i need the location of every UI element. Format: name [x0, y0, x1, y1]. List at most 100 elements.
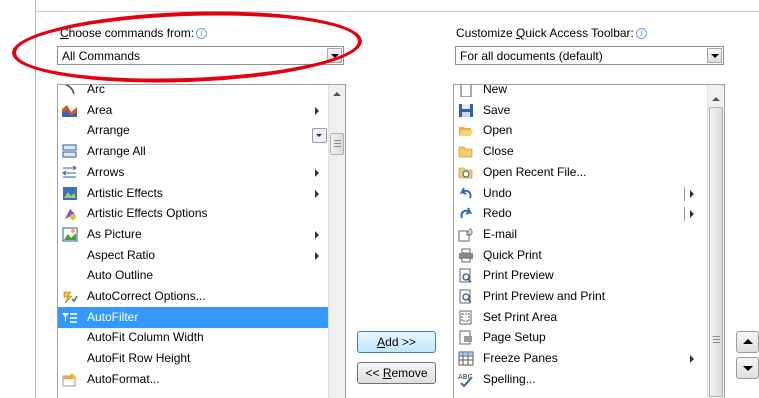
- scroll-up-icon[interactable]: [708, 90, 724, 107]
- qat-list-item[interactable]: Print Preview: [454, 265, 724, 286]
- command-list-item[interactable]: AutoFit Column Width: [58, 327, 345, 348]
- chevron-right-icon: [315, 168, 319, 177]
- choose-commands-dropdown[interactable]: All Commands: [57, 46, 344, 65]
- qat-list-item-label: Page Setup: [483, 330, 546, 345]
- autocorrect-icon: [62, 289, 78, 304]
- print-preview-icon: [458, 268, 474, 283]
- qat-list-item-label: Quick Print: [483, 247, 542, 262]
- new-document-icon: [458, 85, 474, 98]
- qat-list-item[interactable]: E-mail: [454, 224, 724, 245]
- qat-list-item[interactable]: Set Print Area: [454, 307, 724, 328]
- qat-list-item-label: Undo: [483, 185, 512, 200]
- scroll-up-icon[interactable]: [329, 85, 345, 102]
- qat-list-item[interactable]: Page Setup: [454, 327, 724, 348]
- command-list-item-label: AutoFit Row Height: [87, 351, 191, 366]
- command-list-item[interactable]: Area: [58, 100, 345, 121]
- qat-list-item[interactable]: Undo: [454, 183, 724, 204]
- choose-commands-value: All Commands: [62, 49, 141, 63]
- qat-list-item-label: Spelling...: [483, 371, 536, 386]
- commands-scrollbar[interactable]: [328, 85, 345, 398]
- command-list-item[interactable]: AutoFilter: [58, 306, 345, 328]
- command-list-item[interactable]: Artistic Effects: [58, 183, 345, 204]
- qat-scrollbar[interactable]: [707, 85, 724, 398]
- add-button-label: Add >>: [377, 335, 416, 349]
- qat-list-item-label: Save: [483, 102, 511, 117]
- qat-list-item[interactable]: Print Preview and Print: [454, 286, 724, 307]
- command-list-item[interactable]: Arrows: [58, 162, 345, 183]
- info-icon[interactable]: i: [635, 28, 647, 39]
- print-preview-and-print-icon: [458, 289, 474, 304]
- qat-list-item-label: Print Preview: [483, 268, 554, 283]
- freeze-panes-icon: [458, 351, 474, 366]
- chevron-right-icon: [690, 355, 694, 364]
- qat-list-item-label: Freeze Panes: [483, 351, 558, 366]
- artistic-effects-options-icon: [62, 206, 78, 221]
- arc-icon: [62, 85, 78, 97]
- command-list-item[interactable]: AutoFit Row Height: [58, 348, 345, 369]
- qat-list-item[interactable]: New: [454, 84, 724, 100]
- qat-list-item-label: Open: [483, 123, 513, 138]
- command-list-item[interactable]: Arrange: [58, 120, 345, 141]
- as-picture-icon: [62, 227, 78, 242]
- dialog-edge: [35, 0, 36, 398]
- command-list-item-label: As Picture: [87, 226, 142, 241]
- command-list-item[interactable]: Aspect Ratio: [58, 245, 345, 266]
- command-list-item[interactable]: Arrange All: [58, 141, 345, 162]
- arrows-icon: [62, 165, 78, 180]
- dialog-edge-top: [35, 11, 759, 12]
- choose-commands-label-text: Choose commands from:: [60, 26, 195, 40]
- autofilter-icon: [62, 310, 78, 325]
- chevron-right-icon: [690, 210, 694, 219]
- qat-list-item[interactable]: Open: [454, 120, 724, 141]
- scroll-thumb[interactable]: [330, 133, 344, 155]
- qat-list-item-label: Close: [483, 144, 514, 159]
- qat-list-item[interactable]: Redo: [454, 203, 724, 224]
- chevron-right-icon: [315, 189, 319, 198]
- qat-list-item[interactable]: Close: [454, 141, 724, 162]
- chevron-down-icon[interactable]: [707, 48, 722, 63]
- arrange-all-icon: [62, 144, 78, 159]
- customize-qat-label-text: Customize Quick Access Toolbar:: [456, 26, 634, 40]
- split-separator: [684, 207, 685, 222]
- triangle-down-icon: [743, 366, 753, 371]
- customize-qat-label: Customize Quick Access Toolbar: i: [456, 26, 647, 40]
- move-up-button[interactable]: [736, 331, 759, 353]
- command-list-item-label: Arc: [87, 84, 105, 96]
- command-list-item[interactable]: Auto Outline: [58, 265, 345, 286]
- command-list-item-label: Artistic Effects: [87, 185, 163, 200]
- command-list-item-label: Auto Outline: [87, 268, 154, 283]
- choose-commands-label: Choose commands from: i: [60, 26, 208, 40]
- qat-list-item[interactable]: Freeze Panes: [454, 348, 724, 369]
- arrange-dropdown-icon[interactable]: [312, 128, 327, 143]
- scroll-thumb[interactable]: [709, 107, 723, 397]
- commands-list[interactable]: Arc Area Arrange Arrange All Arrows Artistic …: [57, 84, 346, 398]
- qat-list-item[interactable]: Save: [454, 100, 724, 121]
- command-list-item[interactable]: AutoCorrect Options...: [58, 286, 345, 307]
- qat-list-item-label: Set Print Area: [483, 309, 558, 324]
- email-icon: [458, 227, 474, 242]
- qat-commands-list[interactable]: New Save Open Close Open Recent File... Undo R…: [453, 84, 725, 398]
- qat-list-item-label: Open Recent File...: [483, 164, 587, 179]
- qat-list-item-label: New: [483, 84, 508, 96]
- set-print-area-icon: [458, 310, 474, 325]
- command-list-item-label: Arrange: [87, 123, 130, 138]
- chevron-right-icon: [315, 251, 319, 260]
- chevron-down-icon[interactable]: [327, 48, 342, 63]
- command-list-item[interactable]: Arc: [58, 84, 345, 100]
- recent-file-icon: [458, 165, 474, 180]
- qat-list-item[interactable]: Open Recent File...: [454, 162, 724, 183]
- move-down-button[interactable]: [736, 357, 759, 379]
- info-icon[interactable]: i: [196, 28, 208, 39]
- add-button[interactable]: Add >>: [357, 331, 436, 353]
- qat-list-item-label: Print Preview and Print: [483, 289, 606, 303]
- qat-list-item[interactable]: ABC Spelling...: [454, 369, 724, 390]
- command-list-item[interactable]: As Picture: [58, 224, 345, 245]
- qat-list-item[interactable]: Quick Print: [454, 245, 724, 266]
- command-list-item[interactable]: Artistic Effects Options: [58, 203, 345, 224]
- remove-button-label: << Remove: [365, 366, 428, 380]
- redo-icon: [458, 206, 474, 221]
- customize-qat-dropdown[interactable]: For all documents (default): [455, 46, 724, 65]
- remove-button[interactable]: << Remove: [357, 362, 436, 384]
- close-folder-icon: [458, 144, 474, 159]
- command-list-item[interactable]: AutoFormat...: [58, 369, 345, 390]
